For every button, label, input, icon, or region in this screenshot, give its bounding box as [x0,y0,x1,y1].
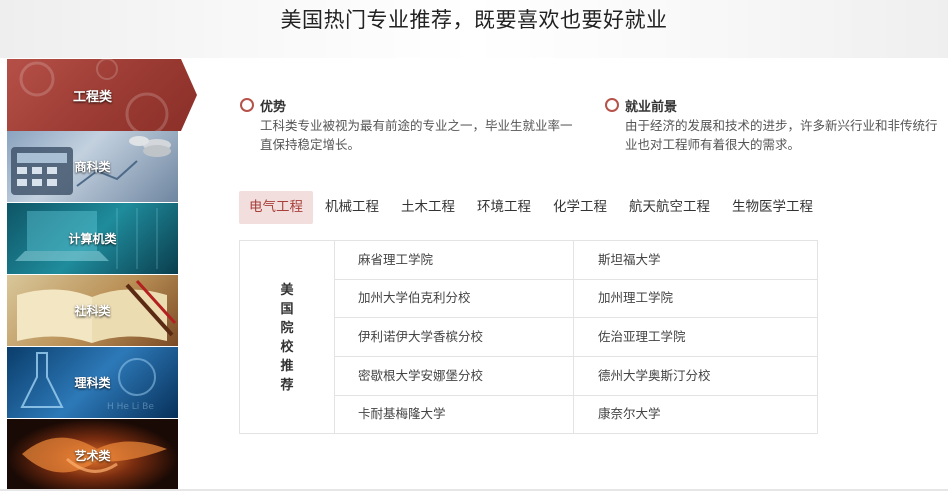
category-label: 计算机类 [68,232,117,246]
school-link[interactable]: 加州理工学院 [574,279,817,317]
tab-aerospace-engineering[interactable]: 航天航空工程 [619,191,720,224]
table-row: 卡耐基梅隆大学 康奈尔大学 [335,395,817,433]
category-art[interactable]: 艺术类 [7,419,178,491]
table-row: 加州大学伯克利分校 加州理工学院 [335,279,817,318]
school-link[interactable]: 伊利诺伊大学香槟分校 [335,318,574,356]
school-link[interactable]: 加州大学伯克利分校 [335,279,574,317]
tab-chemical-engineering[interactable]: 化学工程 [543,191,617,224]
advantage-text: 工科类专业被视为最有前途的专业之一，毕业生就业率一直保持稳定增长。 [260,118,573,152]
school-link[interactable]: 斯坦福大学 [574,241,817,279]
school-link[interactable]: 佐治亚理工学院 [574,318,817,356]
advantage-title: 优势 [260,100,287,115]
tab-biomedical-engineering[interactable]: 生物医学工程 [722,191,823,224]
category-label: 理科类 [74,376,111,390]
school-table: 美国院校推荐 麻省理工学院 斯坦福大学 加州大学伯克利分校 加州理工学院 伊利诺… [239,240,818,434]
category-engineering[interactable]: 工程类 [7,59,197,131]
category-label: 社科类 [74,304,111,318]
svg-text:H He Li Be: H He Li Be [107,402,154,412]
prospect-text: 由于经济的发展和技术的进步，许多新兴行业和非传统行业也对工程师有着很大的需求。 [625,118,938,152]
tab-mechanical-engineering[interactable]: 机械工程 [315,191,389,224]
category-science[interactable]: H He Li Be 理科类 [7,347,178,418]
category-business[interactable]: 商科类 [7,131,178,202]
table-row: 麻省理工学院 斯坦福大学 [335,241,817,280]
school-link[interactable]: 康奈尔大学 [574,395,817,433]
table-row: 伊利诺伊大学香槟分校 佐治亚理工学院 [335,318,817,357]
prospect-title: 就业前景 [625,100,678,115]
table-header-cell: 美国院校推荐 [240,241,335,433]
school-link[interactable]: 卡耐基梅隆大学 [335,395,574,433]
major-tabs: 电气工程 机械工程 土木工程 环境工程 化学工程 航天航空工程 生物医学工程 [239,191,825,224]
circle-bullet-icon [240,98,254,112]
category-label: 工程类 [72,89,112,105]
category-label: 艺术类 [74,448,111,463]
tab-civil-engineering[interactable]: 土木工程 [391,191,465,224]
tab-environmental-engineering[interactable]: 环境工程 [467,191,541,224]
table-header-label: 美国院校推荐 [280,283,294,393]
circle-bullet-icon [605,98,619,112]
page-title: 美国热门专业推荐，既要喜欢也要好就业 [280,8,668,32]
table-row: 密歇根大学安娜堡分校 德州大学奥斯汀分校 [335,357,817,396]
school-link[interactable]: 密歇根大学安娜堡分校 [335,357,574,395]
category-social-science[interactable]: 社科类 [7,275,178,346]
category-sidebar: 工程类 商科类 计算机类 社科类 H He Li Be 理科类 艺术类 [7,59,197,491]
category-label: 商科类 [74,160,111,174]
tab-electrical-engineering[interactable]: 电气工程 [239,191,313,224]
category-computer-science[interactable]: 计算机类 [7,203,178,274]
school-link[interactable]: 麻省理工学院 [335,241,574,279]
school-link[interactable]: 德州大学奥斯汀分校 [574,357,817,395]
